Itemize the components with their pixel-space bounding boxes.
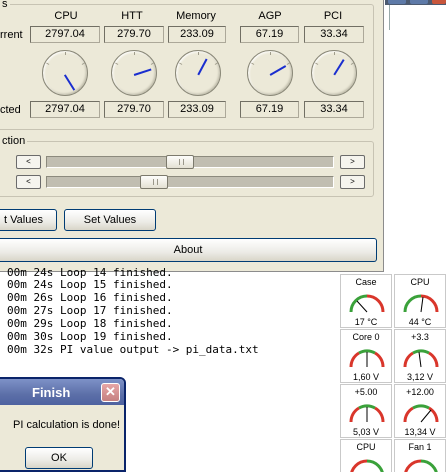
gauge-fan1: Fan 1 <box>394 439 446 472</box>
memory-dial <box>175 50 221 96</box>
finish-dialog-message: PI calculation is done! <box>13 419 121 431</box>
header-memory: Memory <box>176 10 216 22</box>
gauge-value: 3,12 V <box>406 372 434 382</box>
header-agp: AGP <box>258 10 282 22</box>
get-values-button[interactable]: t Values <box>0 209 57 231</box>
close-button[interactable] <box>432 0 446 4</box>
slider2-thumb[interactable] <box>140 175 168 189</box>
console-line: 00m 30s Loop 19 finished. <box>7 330 173 343</box>
row-label-current: rrent <box>0 29 23 41</box>
minimize-button[interactable] <box>388 0 406 4</box>
gauge-label: Case <box>355 277 377 287</box>
slider2-right-button[interactable]: > <box>340 175 365 189</box>
gauge-dial-icon <box>403 404 439 423</box>
sensor-gauge-panel: Case 17 °C CPU 44 °C Core 0 1,60 V +3.3 <box>340 274 446 472</box>
gauge-cpu-fan: CPU <box>340 439 392 472</box>
gauge-label: CPU <box>356 442 376 452</box>
background-window-content <box>389 5 446 30</box>
console-line: 00m 29s Loop 18 finished. <box>7 317 173 330</box>
header-cpu: CPU <box>54 10 78 22</box>
gauge-dial-icon <box>349 294 385 313</box>
slider1-right-button[interactable]: > <box>340 155 365 169</box>
gauge-5v-voltage: +5.00 5,03 V <box>340 384 392 438</box>
set-values-button[interactable]: Set Values <box>64 209 156 231</box>
gauge-value: 1,60 V <box>352 372 380 382</box>
slider1-thumb[interactable] <box>166 155 194 169</box>
gauge-label: +12.00 <box>406 387 434 397</box>
slider1-left-button[interactable]: < <box>16 155 41 169</box>
selection-groupbox <box>0 141 374 197</box>
row-label-expected: cted <box>0 104 21 116</box>
gauge-cpu-temp: CPU 44 °C <box>394 274 446 328</box>
gauge-label: Fan 1 <box>408 442 432 452</box>
expected-htt-value: 279.70 <box>104 101 164 118</box>
cpu-dial <box>42 50 88 96</box>
gauge-label: +5.00 <box>354 387 378 397</box>
htt-dial <box>111 50 157 96</box>
current-htt-value: 279.70 <box>104 26 164 43</box>
gauge-core0-voltage: Core 0 1,60 V <box>340 329 392 383</box>
gauge-dial-icon <box>404 459 438 472</box>
slider1-track[interactable] <box>46 155 334 169</box>
header-pci: PCI <box>323 10 343 22</box>
pci-dial <box>311 50 357 96</box>
gauge-dial-icon <box>349 404 385 423</box>
gauge-dial-icon <box>403 294 439 313</box>
gauge-3v3-voltage: +3.3 3,12 V <box>394 329 446 383</box>
finish-dialog-titlebar[interactable]: Finish ✕ <box>0 379 124 405</box>
gauge-label: +3.3 <box>411 332 429 342</box>
gauge-dial-icon <box>349 349 385 368</box>
gauge-value: 5,03 V <box>352 427 380 437</box>
ok-button[interactable]: OK <box>25 447 93 469</box>
gauge-label: Core 0 <box>352 332 380 342</box>
expected-pci-value: 33.34 <box>304 101 364 118</box>
console-line: 00m 32s PI value output -> pi_data.txt <box>7 343 259 356</box>
current-agp-value: 67.19 <box>240 26 299 43</box>
expected-memory-value: 233.09 <box>168 101 226 118</box>
gauge-value: 13,34 V <box>404 427 436 437</box>
current-memory-value: 233.09 <box>168 26 226 43</box>
header-htt: HTT <box>121 10 143 22</box>
about-button[interactable]: About <box>0 238 377 262</box>
gauge-dial-icon <box>403 349 439 368</box>
finish-dialog-title: Finish <box>32 385 71 400</box>
gauge-dial-icon <box>350 459 384 472</box>
console-line: 00m 26s Loop 16 finished. <box>7 291 173 304</box>
expected-cpu-value: 2797.04 <box>30 101 100 118</box>
gauge-case-temp: Case 17 °C <box>340 274 392 328</box>
gauge-value: 17 °C <box>354 317 378 327</box>
current-pci-value: 33.34 <box>304 26 364 43</box>
agp-dial <box>247 50 293 96</box>
clock-group-title: s <box>0 0 10 10</box>
maximize-button[interactable] <box>410 0 428 4</box>
slider2-track[interactable] <box>46 175 334 189</box>
close-icon[interactable]: ✕ <box>101 383 120 402</box>
console-line: 00m 27s Loop 17 finished. <box>7 304 173 317</box>
slider2-left-button[interactable]: < <box>16 175 41 189</box>
finish-dialog: Finish ✕ PI calculation is done! OK <box>0 377 126 472</box>
selection-group-title: ction <box>0 135 28 147</box>
gauge-12v-voltage: +12.00 13,34 V <box>394 384 446 438</box>
clock-utility-window: s CPU HTT Memory AGP PCI rrent 2797.04 2… <box>0 0 384 272</box>
console-line: 00m 24s Loop 15 finished. <box>7 278 173 291</box>
expected-agp-value: 67.19 <box>240 101 299 118</box>
gauge-value: 44 °C <box>408 317 432 327</box>
current-cpu-value: 2797.04 <box>30 26 100 43</box>
gauge-label: CPU <box>410 277 430 287</box>
